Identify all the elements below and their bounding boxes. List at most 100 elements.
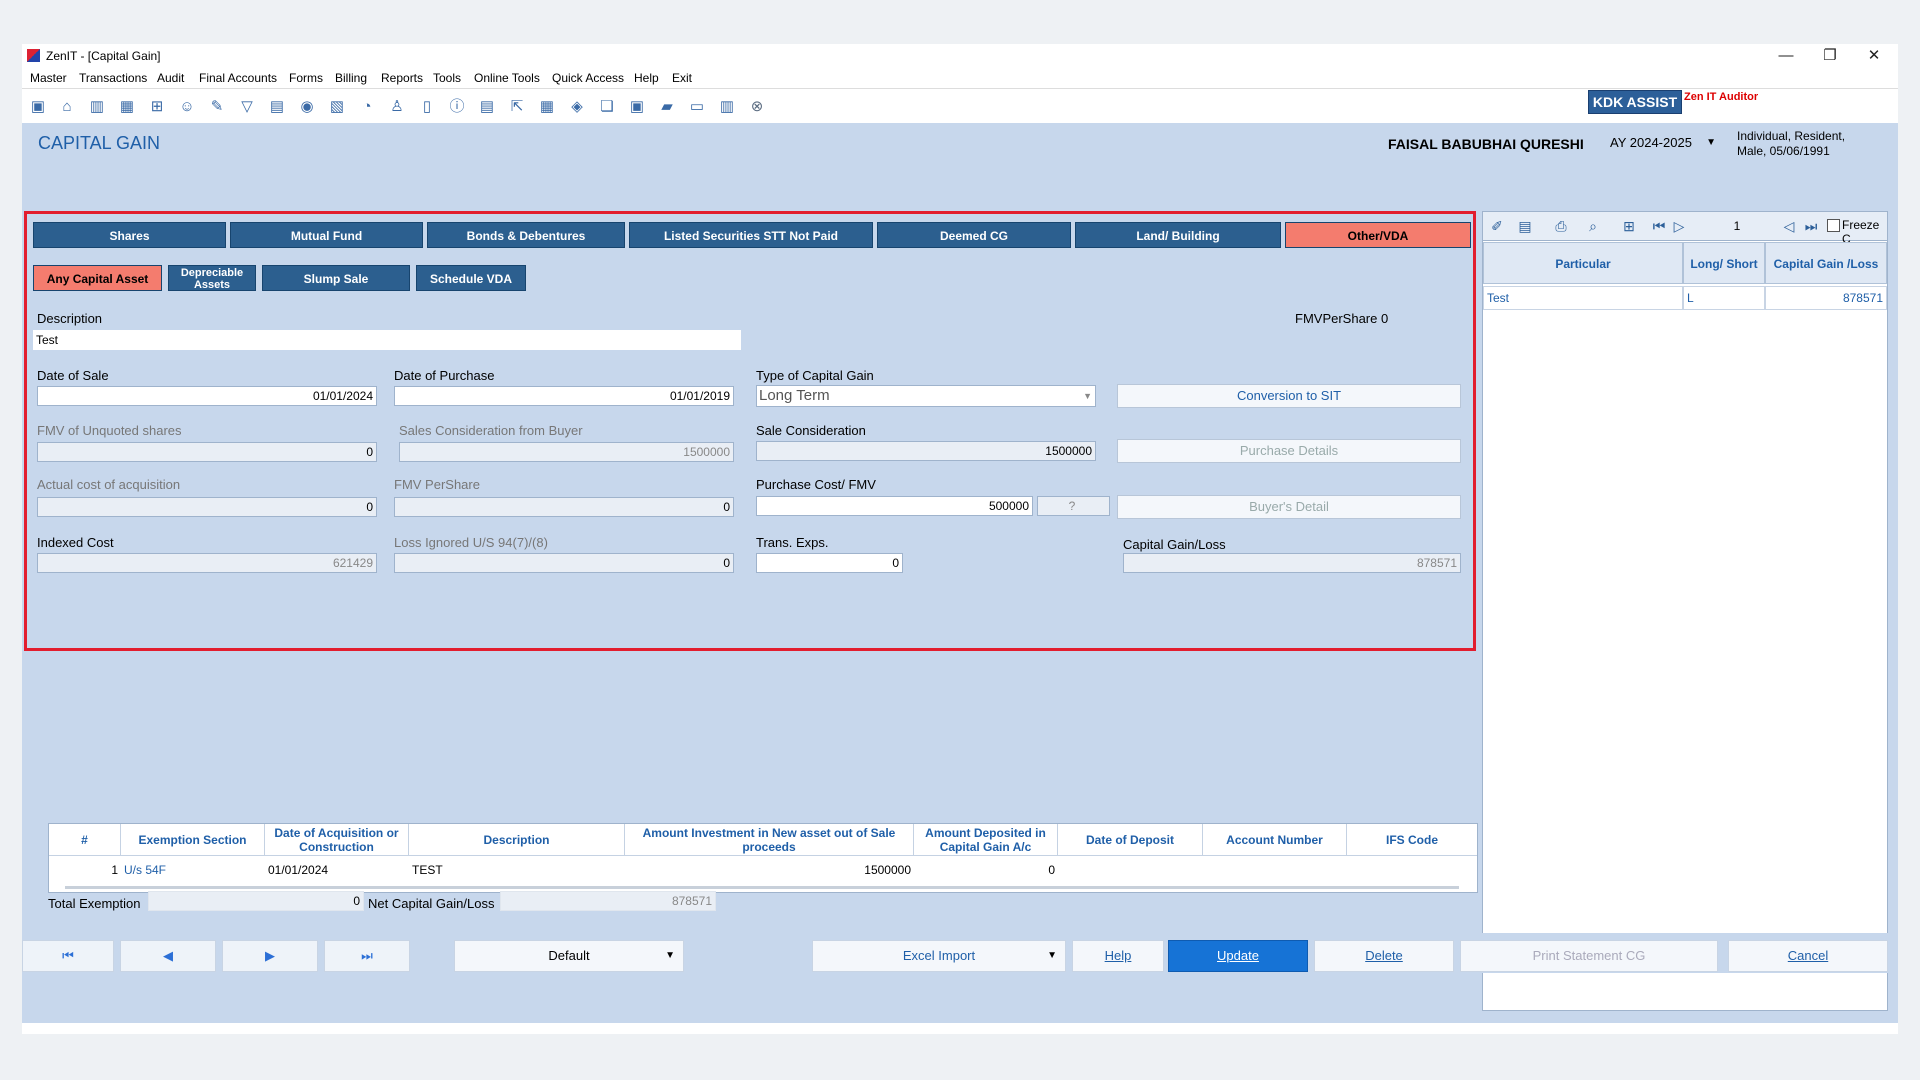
list-item-capital-gain[interactable]: 878571 [1765,286,1887,310]
delete-button[interactable]: Delete [1314,940,1454,972]
tab-shares[interactable]: Shares [33,222,226,248]
list-item-particular[interactable]: Test [1483,286,1683,310]
particular-header[interactable]: Particular [1483,242,1683,284]
prev-page-icon[interactable]: ◁ [1779,216,1799,236]
next-page-icon[interactable]: ▷ [1669,216,1689,236]
menu-help[interactable]: Help [634,71,659,85]
shield-icon[interactable]: ◈ [567,97,587,117]
zen-it-auditor-link[interactable]: Zen IT Auditor [1684,91,1758,103]
ledger-icon[interactable]: ▧ [327,97,347,117]
assessment-year-select[interactable]: AY 2024-2025 ▼ [1602,131,1720,155]
gift-icon[interactable]: ⊞ [147,97,167,117]
print-statement-button[interactable]: Print Statement CG [1460,940,1718,972]
calculator-icon[interactable]: ▣ [28,97,48,117]
subtab-schedule-vda[interactable]: Schedule VDA [416,265,526,291]
menu-transactions[interactable]: Transactions [79,71,147,85]
purchase-details-button[interactable]: Purchase Details [1117,439,1461,463]
menu-reports[interactable]: Reports [381,71,423,85]
menu-final-accounts[interactable]: Final Accounts [199,71,277,85]
previous-record-button[interactable]: ◀ [120,940,216,972]
pay-icon[interactable]: ♙ [387,97,407,117]
info-icon[interactable]: ⓘ [447,97,467,117]
home-icon[interactable]: ⌂ [57,97,77,117]
date-of-sale-input[interactable]: 01/01/2024 [37,386,377,406]
print-icon[interactable]: ⎙ [1551,216,1571,236]
tab-land-building[interactable]: Land/ Building [1075,222,1281,248]
menu-master[interactable]: Master [30,71,67,85]
tax-icon[interactable]: ▤ [267,97,287,117]
grid-cell-account-number[interactable] [1203,858,1347,882]
conversion-to-sit-button[interactable]: Conversion to SIT [1117,384,1461,408]
excel-import-button[interactable]: Excel Import ▼ [812,940,1066,972]
minimize-button[interactable]: — [1766,46,1806,66]
bar-chart-icon[interactable]: ▦ [117,97,137,117]
purchase-cost-aux-button[interactable]: ? [1037,496,1110,516]
subtab-slump-sale[interactable]: Slump Sale [262,265,410,291]
menu-online-tools[interactable]: Online Tools [474,71,540,85]
copy-icon[interactable]: ❏ [597,97,617,117]
export-icon[interactable]: ▤ [1515,216,1535,236]
freeze-checkbox[interactable] [1827,219,1840,232]
grid-cell-description[interactable]: TEST [409,858,625,882]
list-item-long-short[interactable]: L [1683,286,1765,310]
menu-audit[interactable]: Audit [157,71,184,85]
subtab-any-capital-asset[interactable]: Any Capital Asset [33,265,162,291]
close-button[interactable]: ✕ [1854,46,1894,66]
menu-quick-access[interactable]: Quick Access [552,71,624,85]
horizontal-scrollbar[interactable] [65,886,1459,889]
first-record-button[interactable]: ⏮ [22,940,114,972]
grid-cell-date-of-deposit[interactable] [1058,858,1203,882]
capital-gain-header[interactable]: Capital Gain /Loss [1765,242,1887,284]
search-icon[interactable]: ⌕ [1583,216,1603,236]
long-short-header[interactable]: Long/ Short [1683,242,1765,284]
tab-mutual-fund[interactable]: Mutual Fund [230,222,423,248]
folder-icon[interactable]: ▰ [657,97,677,117]
cancel-button[interactable]: Cancel [1728,940,1888,972]
grid-cell-section[interactable]: U/s 54F [121,858,265,882]
close-circle-icon[interactable]: ⊗ [747,97,767,117]
tree-icon[interactable]: ⊞ [1619,216,1639,236]
date-of-purchase-input[interactable]: 01/01/2019 [394,386,734,406]
kdk-assist-button[interactable]: KDK ASSIST [1588,90,1682,114]
menu-exit[interactable]: Exit [672,71,692,85]
trans-exps-input[interactable]: 0 [756,553,903,573]
sale-consideration-input[interactable]: 1500000 [756,441,1096,461]
tab-other-vda[interactable]: Other/VDA [1285,222,1471,248]
first-page-icon[interactable]: ⏮ [1649,216,1669,236]
update-button[interactable]: Update [1168,940,1308,972]
grid-cell-date[interactable]: 01/01/2024 [265,858,409,882]
tds-icon[interactable]: ▭ [687,97,707,117]
pen-icon[interactable]: ✎ [207,97,227,117]
type-of-capital-gain-select[interactable]: Long Term ▼ [756,385,1096,407]
book-icon[interactable]: ▯ [417,97,437,117]
last-record-button[interactable]: ⏭ [324,940,410,972]
grid-cell-amount-invested[interactable]: 1500000 [625,858,914,882]
grid-cell-ifs-code[interactable] [1347,858,1477,882]
edit-icon[interactable]: ✐ [1487,216,1507,236]
tab-deemed-cg[interactable]: Deemed CG [877,222,1071,248]
last-page-icon[interactable]: ⏭ [1801,216,1821,236]
bs-icon[interactable]: ▣ [627,97,647,117]
export-icon[interactable]: ⇱ [507,97,527,117]
form-icon[interactable]: ▤ [477,97,497,117]
filter-icon[interactable]: ▽ [237,97,257,117]
users-icon[interactable]: ☺ [177,97,197,117]
tab-listed-securities[interactable]: Listed Securities STT Not Paid [629,222,873,248]
help-button[interactable]: Help [1072,940,1164,972]
menu-forms[interactable]: Forms [289,71,323,85]
restore-button[interactable]: ❐ [1810,46,1850,66]
menu-tools[interactable]: Tools [433,71,461,85]
menu-billing[interactable]: Billing [335,71,367,85]
next-record-button[interactable]: ▶ [222,940,318,972]
report-icon[interactable]: ▥ [717,97,737,117]
refresh-icon[interactable]: ◉ [297,97,317,117]
calendar-icon[interactable]: ▦ [537,97,557,117]
grid-cell-num[interactable]: 1 [49,858,121,882]
tab-bonds-debentures[interactable]: Bonds & Debentures [427,222,625,248]
pie-chart-icon[interactable]: ◔ [357,97,377,117]
default-select[interactable]: Default ▼ [454,940,684,972]
grid-cell-amount-deposited[interactable]: 0 [914,858,1058,882]
building-icon[interactable]: ▥ [87,97,107,117]
buyers-detail-button[interactable]: Buyer's Detail [1117,495,1461,519]
description-input[interactable]: Test [33,330,741,350]
